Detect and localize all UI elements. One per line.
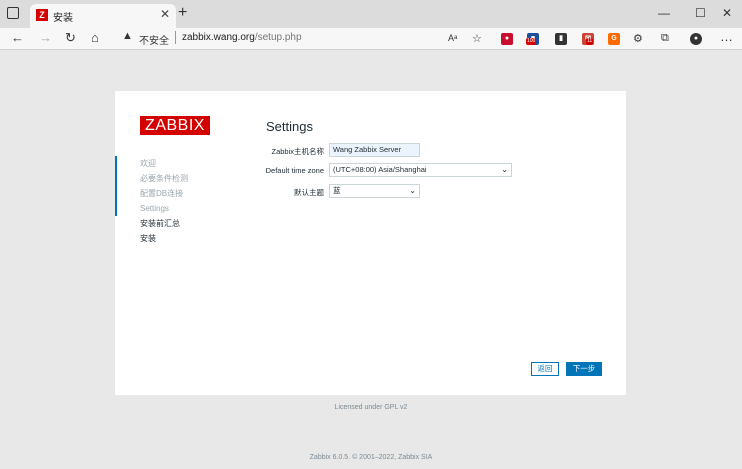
back-button[interactable]: 返回 [531,362,559,376]
url-host: zabbix.wang.org/setup.php [182,32,302,43]
extension-badge: 11 [586,38,594,45]
refresh-icon[interactable]: ↻ [65,30,76,46]
profile-avatar[interactable]: ● [690,33,702,45]
tab-title: 安装 [53,13,73,24]
collections-icon[interactable]: ⧉ [661,32,669,45]
step-prerequisites: 必要条件检测 [140,174,188,183]
read-aloud-icon[interactable]: Aᵃ [448,33,457,43]
theme-label: 默认主题 [294,188,324,197]
tab-actions-icon[interactable] [7,7,19,19]
server-name-label: Zabbix主机名称 [271,147,324,156]
browser-tab-bar: Z 安装 ✕ + — ☐ ✕ [0,0,742,28]
extensions-icon[interactable]: ⚙ [633,32,643,45]
step-welcome: 欢迎 [140,159,156,168]
timezone-select[interactable]: (UTC+08:00) Asia/Shanghai ⌄ [329,163,512,177]
url-host-text: zabbix.wang.org [182,32,255,43]
step-settings: Settings [140,204,169,213]
window-close-icon[interactable]: ✕ [722,6,732,20]
home-icon[interactable]: ⌂ [91,30,99,45]
address-bar[interactable]: ▲ 不安全 zabbix.wang.org/setup.php [112,29,490,47]
extension-notebook-icon[interactable]: ▮ [555,33,567,45]
browser-tab[interactable]: Z 安装 ✕ [30,4,176,28]
page-title: Settings [266,119,313,134]
zabbix-logo: ZABBIX [140,116,210,135]
chevron-down-icon: ⌄ [501,165,508,174]
browser-toolbar: ← → ↻ ⌂ ▲ 不安全 zabbix.wang.org/setup.php … [0,28,742,50]
back-icon[interactable]: ← [11,30,24,45]
next-step-button[interactable]: 下一步 [566,362,602,376]
step-db-connection: 配置DB连接 [140,189,184,198]
timezone-value: (UTC+08:00) Asia/Shanghai [333,165,427,174]
step-install: 安装 [140,234,156,243]
server-name-input[interactable]: Wang Zabbix Server [329,143,420,157]
copyright-footer: Zabbix 6.0.5. © 2001–2022, Zabbix SIA [309,454,433,461]
extension-shield-icon[interactable]: ● [501,33,513,45]
timezone-label: Default time zone [265,166,324,175]
license-link[interactable]: Licensed under GPL v2 [0,404,742,411]
more-options-icon[interactable]: … [720,29,733,44]
setup-steps-list: 欢迎 必要条件检测 配置DB连接 Settings 安装前汇总 安装 [115,156,235,246]
setup-card: ZABBIX 欢迎 必要条件检测 配置DB连接 Settings 安装前汇总 安… [115,91,626,395]
minimize-icon[interactable]: — [658,6,670,20]
extension-badge: 100 [526,38,537,45]
new-tab-icon[interactable]: + [178,4,187,22]
chevron-down-icon: ⌄ [409,186,416,195]
warning-icon: ▲ [122,30,133,42]
theme-value: 蓝 [333,186,341,195]
favorite-icon[interactable]: ☆ [472,32,482,45]
security-label: 不安全 [139,36,169,47]
theme-select[interactable]: 蓝 ⌄ [329,184,420,198]
forward-icon[interactable]: → [39,30,52,45]
maximize-icon[interactable]: ☐ [695,6,706,20]
step-pre-install-summary: 安装前汇总 [140,219,180,228]
close-tab-icon[interactable]: ✕ [160,7,170,21]
url-path: /setup.php [254,32,302,43]
address-separator [175,31,176,44]
extension-g-icon[interactable]: G [608,33,620,45]
zabbix-favicon-icon: Z [36,9,48,21]
